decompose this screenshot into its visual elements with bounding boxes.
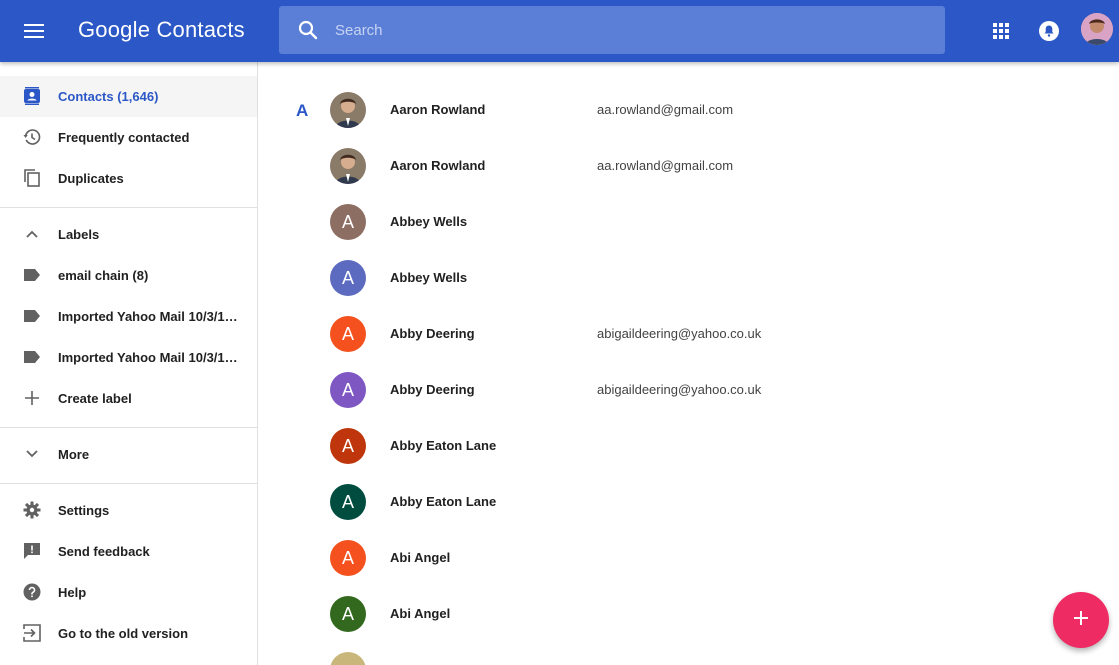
contact-email: abigaildeering@yahoo.co.uk [597, 326, 762, 341]
plus-icon [1073, 610, 1089, 631]
contact-name: Abby Eaton Lane [390, 438, 497, 453]
label-icon [22, 347, 42, 367]
hamburger-menu-icon[interactable] [19, 16, 49, 46]
contact-row[interactable]: A Abi Angel [258, 586, 1119, 642]
contact-name: Abbey Wells [390, 270, 468, 285]
contact-initial-avatar: A [330, 316, 366, 352]
contact-name: Aaron Rowland [390, 158, 486, 173]
create-label-button[interactable]: Create label [0, 378, 257, 419]
contact-row[interactable]: A Abbey Wells [258, 250, 1119, 306]
contacts-icon [22, 86, 42, 106]
sidebar-item-old-version[interactable]: Go to the old version [0, 613, 257, 654]
plus-icon [22, 388, 42, 408]
contact-initial-avatar: A [330, 428, 366, 464]
create-label-text: Create label [58, 391, 132, 406]
app-logo[interactable]: Google Contacts [78, 17, 245, 43]
contact-row[interactable]: A Abi Angel [258, 530, 1119, 586]
sidebar-item-help[interactable]: Help [0, 572, 257, 613]
contact-name: Abby Eaton Lane [390, 494, 497, 509]
label-icon [22, 306, 42, 326]
contact-initial-avatar: A [330, 204, 366, 240]
contact-row[interactable]: A Abby Deering abigaildeering@yahoo.co.u… [258, 362, 1119, 418]
contact-row[interactable]: Aaron Rowland aa.rowland@gmail.com [258, 82, 1119, 138]
sidebar-item-label: Settings [58, 503, 110, 518]
apps-grid-icon[interactable] [989, 19, 1013, 43]
sidebar-item-label: Send feedback [58, 544, 150, 559]
contact-name: Abi Angel [390, 550, 451, 565]
brand-google: Google [78, 17, 151, 42]
contact-name: Abby Deering [390, 382, 475, 397]
contact-row[interactable]: Aaron Rowland aa.rowland@gmail.com [258, 138, 1119, 194]
contact-name: Abi Angel [390, 606, 451, 621]
sidebar-item-label: Help [58, 585, 87, 600]
contact-photo-avatar [330, 148, 366, 184]
chevron-down-icon [22, 444, 42, 464]
contact-photo-avatar [330, 92, 366, 128]
sidebar-item-label-email-chain[interactable]: email chain (8) [0, 255, 257, 296]
history-icon [22, 127, 42, 147]
add-contact-button[interactable] [1053, 592, 1109, 648]
more-text: More [58, 447, 90, 462]
label-icon [22, 265, 42, 285]
sidebar-divider [0, 207, 257, 208]
gear-icon [22, 500, 42, 520]
brand-product: Contacts [156, 17, 245, 42]
exit-icon [22, 623, 42, 643]
contact-row[interactable]: A Abbey Wells [258, 194, 1119, 250]
search-input[interactable] [335, 6, 925, 54]
contact-photo-avatar [330, 652, 366, 665]
sidebar-item-send-feedback[interactable]: Send feedback [0, 531, 257, 572]
contact-name: Aaron Rowland [390, 102, 486, 117]
sidebar-divider [0, 483, 257, 484]
labels-section-toggle[interactable]: Labels [0, 214, 257, 255]
sidebar-item-label: Duplicates [58, 171, 124, 186]
notifications-bell-icon[interactable] [1037, 19, 1061, 43]
sidebar: Contacts (1,646) Frequently contacted Du… [0, 62, 258, 665]
help-icon [22, 582, 42, 602]
contact-email: abigaildeering@yahoo.co.uk [597, 382, 762, 397]
copy-icon [22, 168, 42, 188]
contact-initial-avatar: A [330, 372, 366, 408]
more-section-toggle[interactable]: More [0, 434, 257, 475]
contact-row[interactable]: A Abby Deering abigaildeering@yahoo.co.u… [258, 306, 1119, 362]
contacts-list: A Aaron Rowland aa.rowland@gmail.com Aar… [258, 62, 1119, 665]
sidebar-item-contacts[interactable]: Contacts (1,646) [0, 76, 257, 117]
sidebar-item-label: Imported Yahoo Mail 10/3/1… [58, 309, 238, 324]
search-icon [296, 18, 320, 42]
contact-name: Abbey Wells [390, 214, 468, 229]
contact-initial-avatar: A [330, 596, 366, 632]
sidebar-item-label-imported-yahoo-2[interactable]: Imported Yahoo Mail 10/3/1… [0, 337, 257, 378]
chevron-up-icon [22, 224, 42, 244]
sidebar-item-frequently-contacted[interactable]: Frequently contacted [0, 117, 257, 158]
sidebar-item-label: Go to the old version [58, 626, 189, 641]
account-avatar[interactable] [1081, 13, 1113, 45]
sidebar-item-label: Imported Yahoo Mail 10/3/1… [58, 350, 238, 365]
sidebar-item-label-imported-yahoo-1[interactable]: Imported Yahoo Mail 10/3/1… [0, 296, 257, 337]
sidebar-item-label: Contacts (1,646) [58, 89, 159, 104]
contact-initial-avatar: A [330, 540, 366, 576]
sidebar-item-label: email chain (8) [58, 268, 149, 283]
contact-email: aa.rowland@gmail.com [597, 102, 734, 117]
sidebar-item-label: Frequently contacted [58, 130, 190, 145]
search-box[interactable] [279, 6, 945, 54]
sidebar-item-duplicates[interactable]: Duplicates [0, 158, 257, 199]
contact-name: Abby Deering [390, 326, 475, 341]
contact-initial-avatar: A [330, 260, 366, 296]
contact-row-partial[interactable] [258, 642, 1119, 665]
labels-header: Labels [58, 227, 100, 242]
contact-initial-avatar: A [330, 484, 366, 520]
app-header: Google Contacts [0, 0, 1119, 62]
contact-row[interactable]: A Abby Eaton Lane [258, 474, 1119, 530]
feedback-icon [22, 541, 42, 561]
sidebar-divider [0, 427, 257, 428]
contact-row[interactable]: A Abby Eaton Lane [258, 418, 1119, 474]
contact-email: aa.rowland@gmail.com [597, 158, 734, 173]
sidebar-item-settings[interactable]: Settings [0, 490, 257, 531]
